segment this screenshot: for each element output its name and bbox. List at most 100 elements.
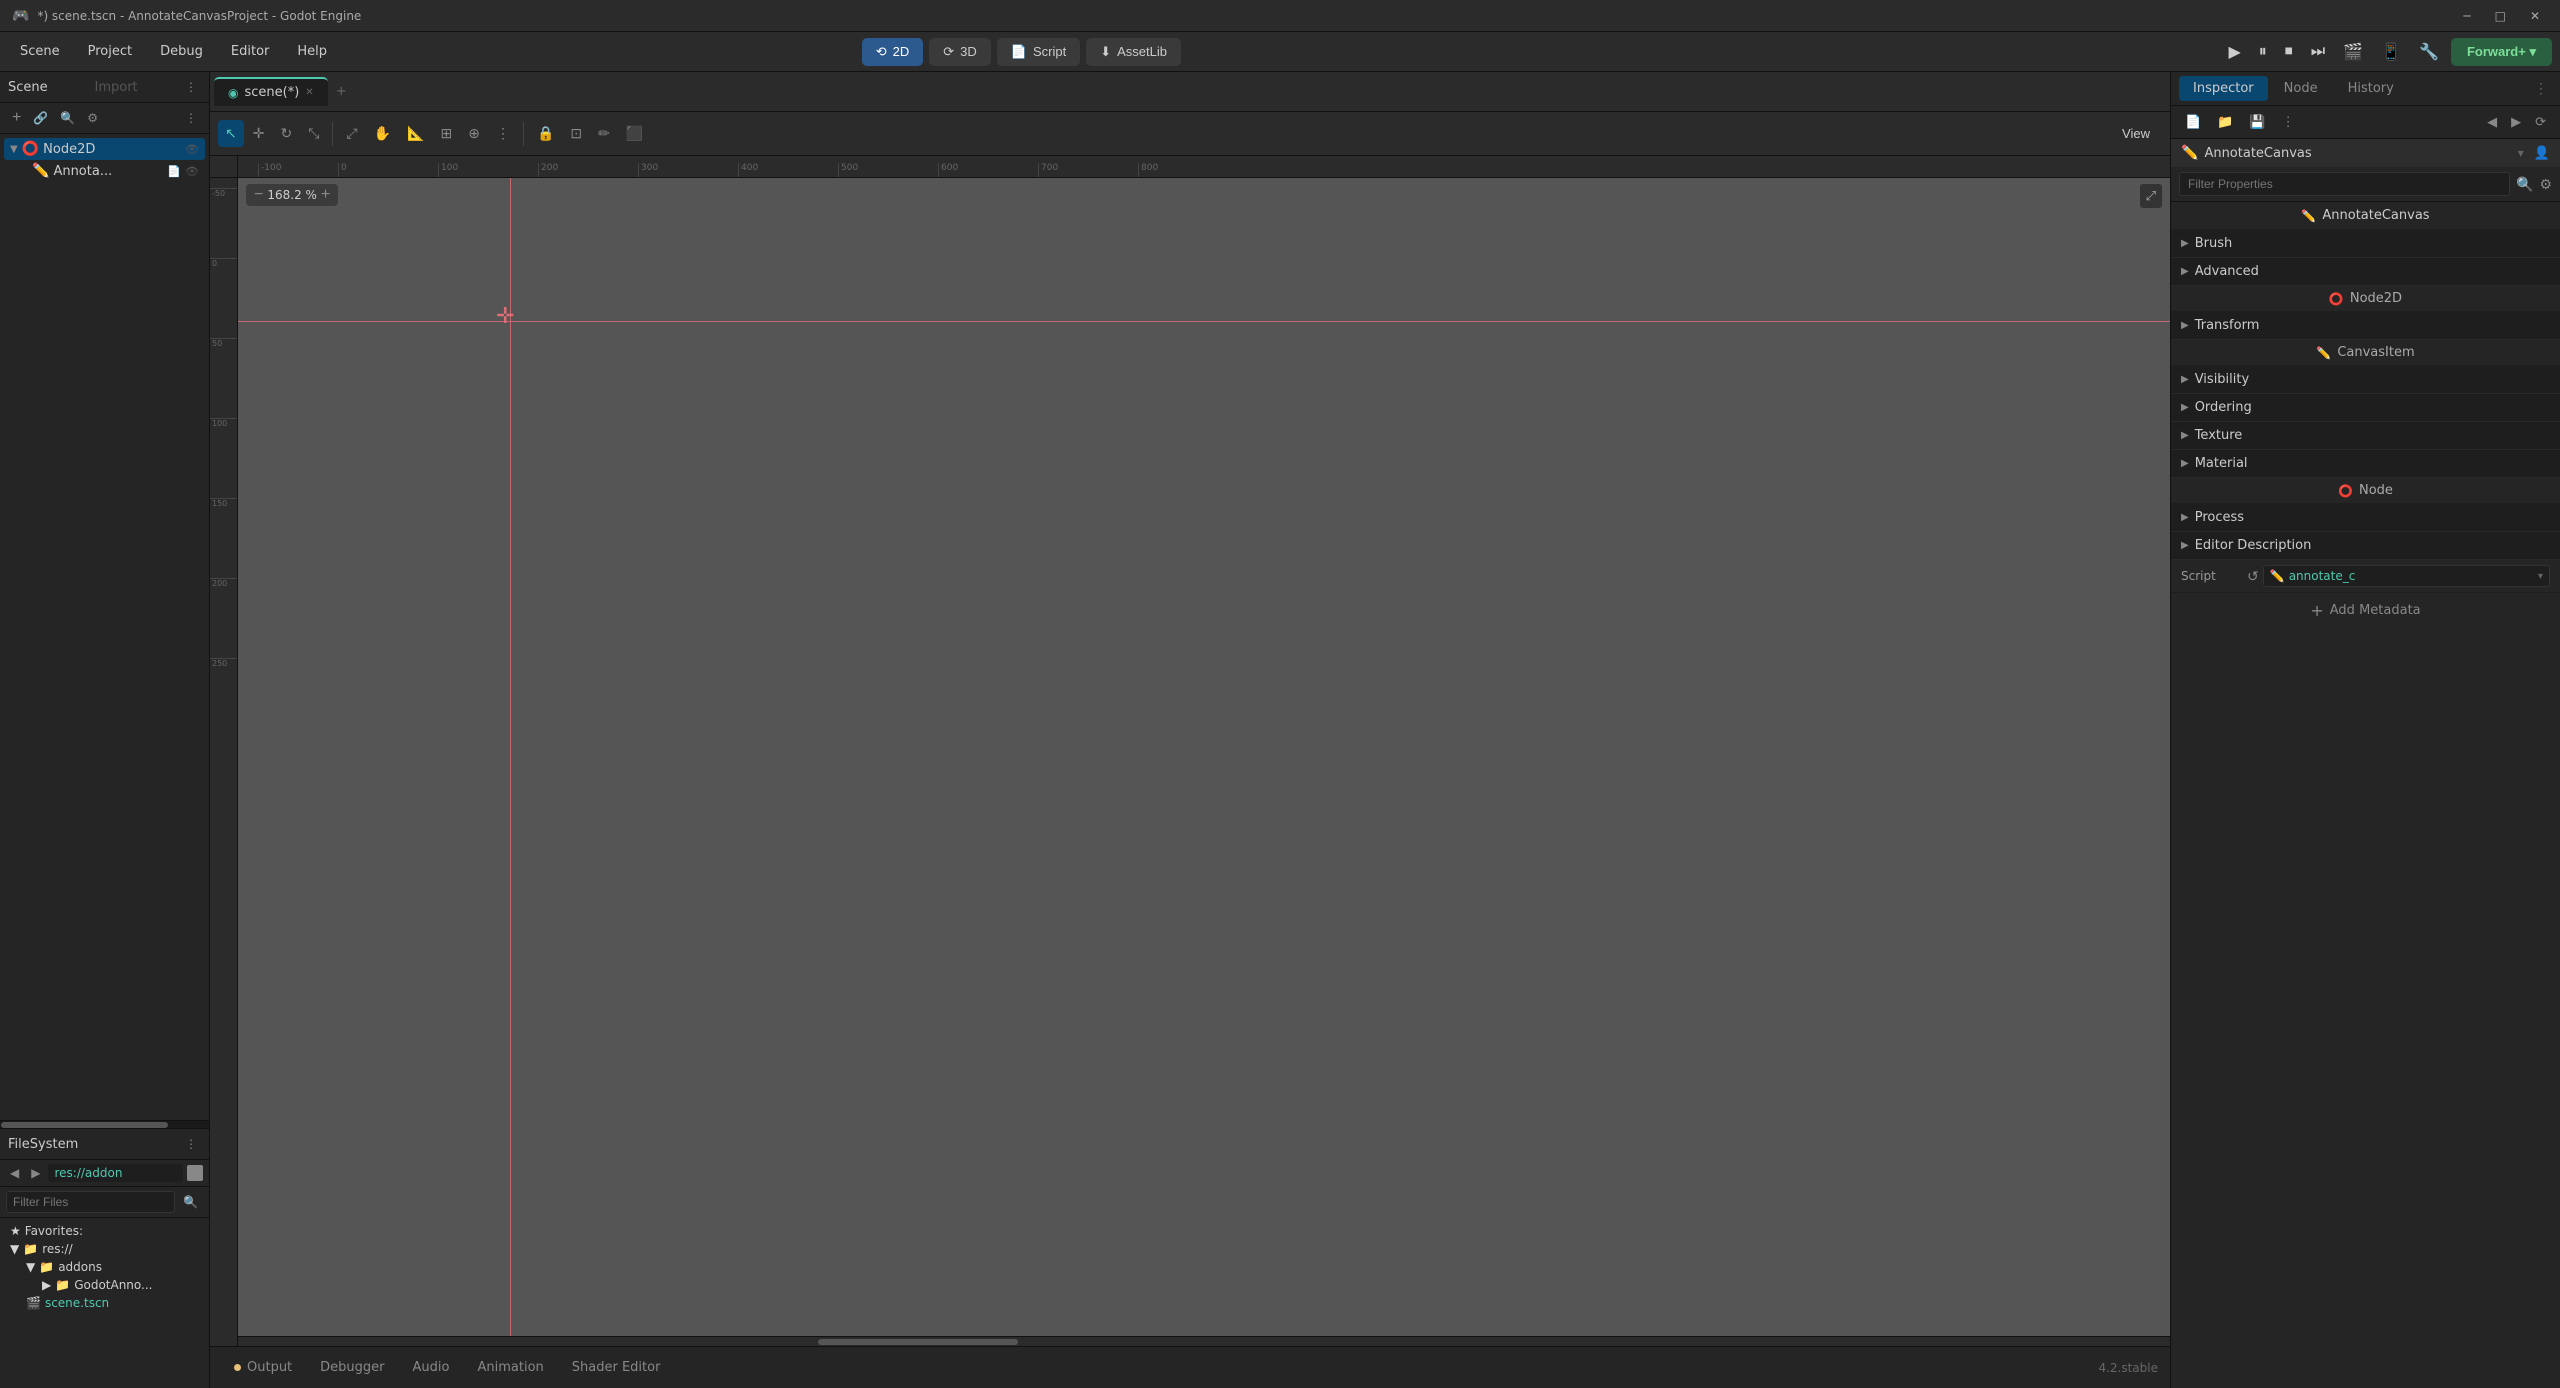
tree-item-annotate[interactable]: ✏️ Annota... 📄 👁 [26, 160, 205, 182]
script-value[interactable]: ✏️ annotate_c ▾ [2263, 565, 2550, 587]
inspector-filter-settings-icon[interactable]: ⚙ [2539, 176, 2552, 193]
frame-btn[interactable]: ⊡ [563, 120, 589, 147]
fs-item-addons[interactable]: ▼ 📁 addons [20, 1258, 205, 1276]
fs-item-favorites[interactable]: ★ Favorites: [4, 1222, 205, 1240]
brush-section[interactable]: ▶ Brush [2171, 230, 2560, 258]
minimize-btn[interactable]: ─ [2455, 7, 2478, 25]
menu-scene[interactable]: Scene [8, 40, 72, 63]
bottom-tab-output[interactable]: Output [222, 1356, 304, 1379]
filter-nodes-btn[interactable]: ⚙ [83, 109, 102, 127]
advanced-section[interactable]: ▶ Advanced [2171, 258, 2560, 286]
texture-section[interactable]: ▶ Texture [2171, 422, 2560, 450]
script-reset-btn[interactable]: ↺ [2247, 568, 2259, 585]
menu-editor[interactable]: Editor [219, 40, 281, 63]
bottom-tab-audio[interactable]: Audio [401, 1356, 462, 1379]
menu-debug[interactable]: Debug [148, 40, 215, 63]
erase-btn[interactable]: ⬛ [619, 120, 650, 147]
lock-btn[interactable]: 🔒 [530, 120, 561, 147]
zoom-in-btn[interactable]: + [321, 187, 330, 203]
fs-filter-input[interactable] [6, 1191, 175, 1213]
fs-panel-menu-btn[interactable]: ⋮ [181, 1135, 201, 1153]
view-btn[interactable]: View [2110, 121, 2162, 146]
insp-save-btn[interactable]: 💾 [2243, 110, 2271, 134]
movie-btn[interactable]: 🎬 [2337, 38, 2369, 66]
inspector-tabs: Inspector Node History ⋮ [2171, 72, 2560, 106]
tab-close-btn[interactable]: ✕ [305, 87, 313, 98]
insp-new-btn[interactable]: 📄 [2179, 110, 2207, 134]
snap-tool-btn[interactable]: ⊞ [433, 120, 459, 147]
maximize-btn[interactable]: □ [2487, 7, 2514, 25]
search-nodes-btn[interactable]: 🔍 [56, 109, 79, 127]
anchor-tool-btn[interactable]: ⊕ [461, 120, 487, 147]
menu-project[interactable]: Project [76, 40, 144, 63]
tree-vis-node2d[interactable]: 👁 [185, 143, 199, 156]
deploy-btn[interactable]: 📱 [2375, 38, 2407, 66]
insp-next-btn[interactable]: ▶ [2505, 110, 2527, 134]
move2-tool-btn[interactable]: ⤢ [339, 120, 364, 147]
pencil-btn[interactable]: ✏ [591, 120, 617, 147]
scene-scrollbar-h[interactable] [0, 1120, 209, 1128]
inspector-tab-inspector[interactable]: Inspector [2179, 76, 2268, 101]
fs-back-btn[interactable]: ◀ [6, 1164, 23, 1182]
script-btn[interactable]: 📄 Script [997, 38, 1080, 66]
move-tool-btn[interactable]: ✛ [246, 120, 272, 147]
ordering-section[interactable]: ▶ Ordering [2171, 394, 2560, 422]
pan-tool-btn[interactable]: ✋ [367, 120, 398, 147]
tree-vis-annotate[interactable]: 👁 [185, 165, 199, 178]
visibility-section[interactable]: ▶ Visibility [2171, 366, 2560, 394]
more-tools-btn[interactable]: ⋮ [489, 120, 517, 147]
mode-3d-btn[interactable]: ⟳ 3D [929, 38, 991, 66]
ruler-tool-btn[interactable]: 📐 [400, 120, 431, 147]
fullscreen-btn[interactable]: ⤢ [2140, 184, 2162, 208]
rotate-tool-btn[interactable]: ↻ [273, 120, 299, 147]
bottom-tab-debugger[interactable]: Debugger [308, 1356, 396, 1379]
add-node-btn[interactable]: + [8, 107, 25, 129]
fs-search-btn[interactable]: 🔍 [179, 1193, 202, 1211]
scene-panel-options-btn[interactable]: ⋮ [181, 109, 201, 127]
fs-filter-bar: 🔍 ⇅ [0, 1187, 209, 1218]
editor-description-section[interactable]: ▶ Editor Description [2171, 532, 2560, 560]
insp-options-btn[interactable]: ⋮ [2276, 110, 2301, 134]
instance-scene-btn[interactable]: 🔗 [29, 109, 52, 127]
fs-item-godot-anno[interactable]: ▶ 📁 GodotAnno... [36, 1276, 205, 1294]
tab-add-btn[interactable]: + [328, 80, 355, 103]
mode-2d-btn[interactable]: ⟲ 2D [862, 38, 924, 66]
step-btn[interactable]: ⏭ [2305, 39, 2331, 65]
insp-home-btn[interactable]: ⟳ [2529, 110, 2552, 134]
fs-forward-btn[interactable]: ▶ [27, 1164, 44, 1182]
material-section[interactable]: ▶ Material [2171, 450, 2560, 478]
scene-tab[interactable]: Scene [8, 80, 91, 95]
asset-lib-btn[interactable]: ⬇ AssetLib [1086, 38, 1181, 66]
tab-scene[interactable]: ◉ scene(*) ✕ [214, 77, 328, 106]
pause-btn[interactable]: ⏸ [2253, 39, 2273, 65]
inspector-tab-history[interactable]: History [2334, 76, 2408, 101]
transform-section[interactable]: ▶ Transform [2171, 312, 2560, 340]
zoom-out-btn[interactable]: − [254, 187, 263, 203]
close-btn[interactable]: ✕ [2522, 7, 2548, 25]
select-tool-btn[interactable]: ↖ [218, 120, 244, 147]
viewport-scrollbar-h[interactable] [238, 1336, 2170, 1346]
inspector-tabs-more-btn[interactable]: ⋮ [2530, 78, 2552, 99]
stop-btn[interactable]: ⏹ [2279, 39, 2299, 65]
fs-item-scene-tscn[interactable]: 🎬 scene.tscn [20, 1294, 205, 1312]
inspector-tab-node[interactable]: Node [2270, 76, 2332, 101]
process-section[interactable]: ▶ Process [2171, 504, 2560, 532]
play-btn[interactable]: ▶ [2222, 38, 2246, 66]
inspector-filter-input[interactable] [2179, 172, 2510, 196]
inspector-node-selector[interactable]: ✏️ AnnotateCanvas ▾ 👤 [2171, 139, 2560, 167]
add-metadata-btn[interactable]: + Add Metadata [2171, 593, 2560, 628]
insp-prev-btn[interactable]: ◀ [2481, 110, 2503, 134]
bottom-tab-animation[interactable]: Animation [465, 1356, 555, 1379]
inspector-filter-search-icon[interactable]: 🔍 [2516, 176, 2533, 193]
inspector-node-avatar-btn[interactable]: 👤 [2534, 145, 2550, 161]
bottom-tab-shader[interactable]: Shader Editor [560, 1356, 673, 1379]
remote-btn[interactable]: 🔧 [2413, 38, 2445, 66]
insp-open-btn[interactable]: 📁 [2211, 110, 2239, 134]
import-tab[interactable]: Import [95, 80, 178, 95]
tree-item-node2d[interactable]: ▼ ⭕ Node2D 👁 [4, 138, 205, 160]
scale-tool-btn[interactable]: ⤡ [301, 120, 326, 147]
menu-help[interactable]: Help [285, 40, 339, 63]
forward-btn[interactable]: Forward+ ▾ [2451, 38, 2552, 66]
scene-panel-menu-btn[interactable]: ⋮ [181, 78, 201, 96]
fs-item-res[interactable]: ▼ 📁 res:// [4, 1240, 205, 1258]
